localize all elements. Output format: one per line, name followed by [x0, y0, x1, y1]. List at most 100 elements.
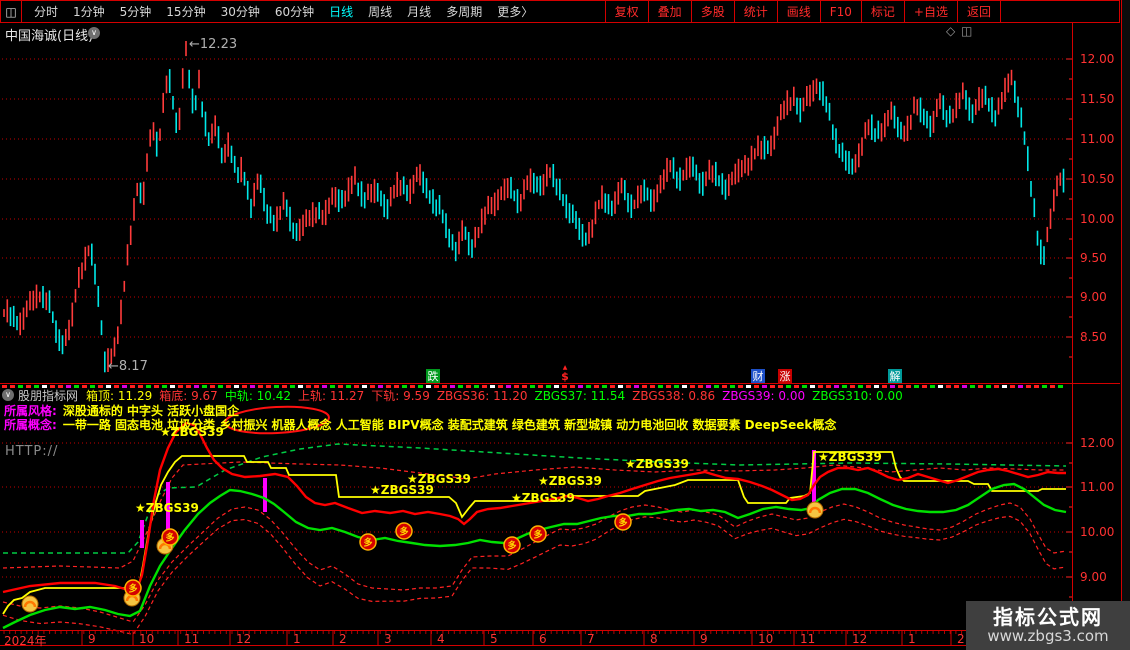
axis-month-0: 9	[88, 632, 96, 646]
event-marker-财[interactable]: 财	[751, 369, 765, 383]
ind-axis-tick-11.00: 11.00	[1080, 480, 1115, 494]
period-tab-30分钟[interactable]: 30分钟	[221, 3, 260, 20]
main-axis-tick-10.00: 10.00	[1080, 212, 1115, 226]
event-marker-涨[interactable]: 涨	[778, 369, 792, 383]
axis-month-11: 8	[650, 632, 658, 646]
candlestick-series	[3, 41, 1065, 373]
menu-+自选[interactable]: +自选	[903, 1, 957, 22]
svg-text:多: 多	[533, 529, 542, 541]
period-tab-5分钟[interactable]: 5分钟	[120, 3, 152, 20]
chevron-down-icon[interactable]: ∨	[88, 27, 100, 39]
chevron-down-icon[interactable]: ∨	[2, 389, 14, 401]
period-tab-60分钟[interactable]: 60分钟	[275, 3, 314, 20]
low-price-label: ←8.17	[108, 359, 148, 374]
axis-month-3: 12	[236, 632, 252, 646]
menu-多股[interactable]: 多股	[690, 1, 734, 22]
concept-row-label: 所属概念:	[4, 418, 57, 432]
axis-year-label: 2024年	[4, 634, 47, 648]
indicator-name: 股朋指标网	[18, 388, 79, 403]
axis-month-16: 1	[908, 632, 916, 646]
toolbar-right-menu: 复权 叠加 多股 统计 画线 F10 标记 +自选 返回	[604, 1, 1001, 22]
svg-text:多: 多	[507, 540, 516, 552]
main-axis-tick-11.00: 11.00	[1080, 132, 1115, 146]
zbgs39-star-label: ★ZBGS39	[135, 501, 199, 515]
menu-叠加[interactable]: 叠加	[647, 1, 691, 22]
svg-text:多: 多	[128, 583, 137, 595]
main-axis-tick-9.00: 9.00	[1080, 290, 1107, 304]
stock-title: 中国海诚(日线)	[5, 29, 94, 44]
indicator-values: 箱顶: 11.29 箱底: 9.67 中轨: 10.42 上轨: 11.27 下轨: 9…	[86, 387, 910, 404]
zbgs39-star-label: ★ZBGS39	[625, 457, 689, 471]
http-watermark: HTTP://	[5, 444, 59, 459]
event-marker-解[interactable]: 解	[888, 369, 902, 383]
indicator-field-下轨: 下轨: 9.59	[371, 388, 430, 403]
right-edge-strip	[1121, 0, 1130, 650]
indicator-field-上轨: 上轨: 11.27	[298, 388, 365, 403]
zbgs39-star-label: ★ZBGS39	[538, 474, 602, 488]
period-tab-更多〉[interactable]: 更多〉	[497, 3, 533, 20]
axis-month-2: 11	[184, 632, 200, 646]
toolbar: ◫ 分时 1分钟 5分钟 15分钟 30分钟 60分钟 日线 周线 月线 多周期 更多〉 复权 叠加多…	[0, 0, 1120, 23]
main-axis-tick-12.00: 12.00	[1080, 52, 1115, 66]
indicator-field-箱底: 箱底: 9.67	[159, 388, 218, 403]
main-axis-tick-8.50: 8.50	[1080, 330, 1107, 344]
site-watermark: 指标公式网 www.zbgs3.com	[966, 601, 1130, 650]
indicator-field-ZBGS36: ZBGS36: 11.20	[436, 388, 528, 403]
zbgs39-star-label: ★ZBGS39	[511, 491, 575, 505]
high-price-label: ←12.23	[189, 37, 238, 52]
concept-row: 所属概念: 一带一路 固态电池 垃圾分类 乡村振兴 机器人概念 人工智能 BIPV…	[4, 416, 836, 433]
period-tab-1分钟[interactable]: 1分钟	[73, 3, 105, 20]
menu-F10[interactable]: F10	[819, 1, 861, 22]
axis-month-6: 3	[384, 632, 392, 646]
period-tab-周线[interactable]: 周线	[368, 3, 392, 20]
axis-month-4: 1	[293, 632, 301, 646]
zbgs39-star-label: ★ZBGS39	[160, 425, 224, 439]
axis-month-15: 12	[852, 632, 868, 646]
indicator-field-ZBGS39: ZBGS39: 0.00	[722, 388, 806, 403]
site-watermark-url: www.zbgs3.com	[987, 627, 1109, 646]
menu-返回[interactable]: 返回	[956, 1, 1001, 22]
axis-month-1: 10	[139, 632, 155, 646]
axis-month-10: 7	[587, 632, 595, 646]
menu-标记[interactable]: 标记	[860, 1, 904, 22]
period-tab-多周期[interactable]: 多周期	[446, 3, 482, 20]
ind-axis-tick-12.00: 12.00	[1080, 436, 1115, 450]
event-marker-$[interactable]: ▲ $	[558, 365, 572, 383]
period-tabs: 分时 1分钟 5分钟 15分钟 30分钟 60分钟 日线 周线 月线 多周期 更多〉	[34, 3, 533, 20]
ind-axis-tick-10.00: 10.00	[1080, 525, 1115, 539]
indicator-field-箱顶: 箱顶: 11.29	[86, 388, 153, 403]
site-watermark-title: 指标公式网	[993, 605, 1103, 630]
axis-month-14: 11	[800, 632, 816, 646]
svg-text:多: 多	[363, 537, 372, 549]
axis-month-13: 10	[758, 632, 774, 646]
axis-month-8: 5	[490, 632, 498, 646]
svg-text:多: 多	[618, 517, 627, 529]
axis-month-9: 6	[539, 632, 547, 646]
period-tab-15分钟[interactable]: 15分钟	[166, 3, 205, 20]
main-axis-tick-11.50: 11.50	[1080, 92, 1115, 106]
main-axis-tick-9.50: 9.50	[1080, 251, 1107, 265]
zbgs39-star-label: ★ZBGS39	[818, 450, 882, 464]
main-axis-tick-10.50: 10.50	[1080, 172, 1115, 186]
axis-month-7: 4	[437, 632, 445, 646]
indicator-header: ∨ 股朋指标网 箱顶: 11.29 箱底: 9.67 中轨: 10.42 上轨: 11…	[2, 387, 910, 404]
axis-month-5: 2	[339, 632, 347, 646]
axis-month-17: 2	[957, 632, 965, 646]
indicator-field-ZBGS310: ZBGS310: 0.00	[812, 388, 903, 403]
menu-复权[interactable]: 复权	[604, 1, 648, 22]
diamond-icon[interactable]: ◇	[946, 24, 955, 38]
pane-icon[interactable]: ◫	[961, 24, 972, 38]
period-tab-分时[interactable]: 分时	[34, 3, 58, 20]
menu-画线[interactable]: 画线	[776, 1, 820, 22]
period-tab-月线[interactable]: 月线	[407, 3, 431, 20]
event-marker-跌[interactable]: 跌	[426, 369, 440, 383]
svg-text:多: 多	[399, 526, 408, 538]
zbgs39-star-label: ★ZBGS39	[407, 472, 471, 486]
period-tab-日线[interactable]: 日线	[329, 3, 353, 20]
axis-month-12: 9	[700, 632, 708, 646]
window-split-icon[interactable]: ◫	[1, 1, 22, 22]
menu-统计[interactable]: 统计	[733, 1, 777, 22]
indicator-field-中轨: 中轨: 10.42	[224, 388, 292, 403]
svg-text:多: 多	[165, 532, 174, 544]
ind-axis-tick-9.00: 9.00	[1080, 570, 1107, 584]
